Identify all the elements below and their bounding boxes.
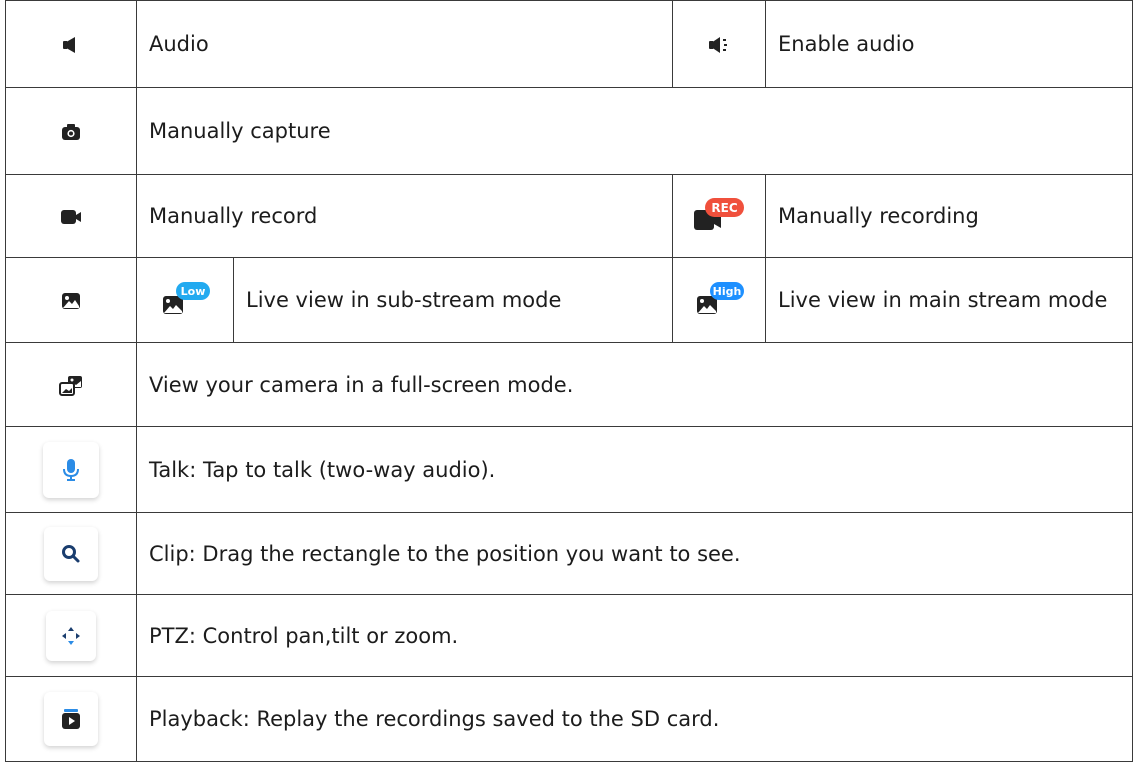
talk-button[interactable] [43,441,99,498]
table-row: Talk: Tap to talk (two-way audio). [5,426,1134,513]
table-row: Manually capture [5,87,1134,175]
talk-label: Talk: Tap to talk (two-way audio). [135,426,1134,513]
table-row: PTZ: Control pan,tilt or zoom. [5,594,1134,677]
icon-cell [5,426,137,513]
clip-button[interactable] [44,526,98,581]
manual-record-label: Manually record [135,174,674,258]
icon-cell [5,342,137,427]
image-icon [62,293,80,309]
playback-label: Playback: Replay the recordings saved to… [135,676,1134,762]
rec-badge: REC [711,201,737,215]
ptz-button[interactable] [46,610,96,661]
icon-cell: Low [136,257,234,343]
icon-cell [5,512,137,595]
microphone-icon [63,458,79,481]
icon-cell [672,0,767,88]
ptz-arrows-icon [62,626,80,645]
table-row: Playback: Replay the recordings saved to… [5,676,1134,762]
video-camera-recording-icon: REC [694,198,745,230]
icon-reference-table: Audio Enable audio Manually capture Manu… [5,0,1134,762]
playback-icon [62,709,80,729]
playback-button[interactable] [44,692,98,746]
video-camera-icon [61,210,81,224]
table-row: Low Live view in sub-stream mode High Li… [5,257,1134,343]
fullscreen-icon [59,375,82,396]
table-row: Clip: Drag the rectangle to the position… [5,512,1134,595]
high-badge: High [713,285,742,298]
table-row: Manually record REC Manually recording [5,174,1134,258]
sub-stream-label: Live view in sub-stream mode [232,257,674,343]
icon-cell [5,87,137,175]
clip-label: Clip: Drag the rectangle to the position… [135,512,1134,595]
manual-capture-label: Manually capture [135,87,1134,175]
magnifier-icon [62,544,80,562]
main-stream-label: Live view in main stream mode [765,257,1134,343]
icon-cell [5,594,137,677]
image-high-icon: High [697,282,745,314]
table-row: Audio Enable audio [5,0,1134,88]
full-screen-label: View your camera in a full-screen mode. [135,342,1134,427]
low-badge: Low [181,285,206,298]
icon-cell [5,174,137,258]
speaker-on-icon [709,37,728,53]
camera-icon [62,124,80,140]
table-row: View your camera in a full-screen mode. [5,342,1134,427]
image-low-icon: Low [163,282,210,314]
icon-cell: High [672,257,767,343]
icon-cell [5,0,137,88]
manual-recording-label: Manually recording [765,174,1134,258]
icon-cell [5,676,137,762]
audio-label: Audio [135,0,674,88]
icon-cell: REC [672,174,767,258]
ptz-label: PTZ: Control pan,tilt or zoom. [135,594,1134,677]
speaker-icon [63,37,75,53]
enable-audio-label: Enable audio [765,0,1134,88]
icon-cell [5,257,137,343]
